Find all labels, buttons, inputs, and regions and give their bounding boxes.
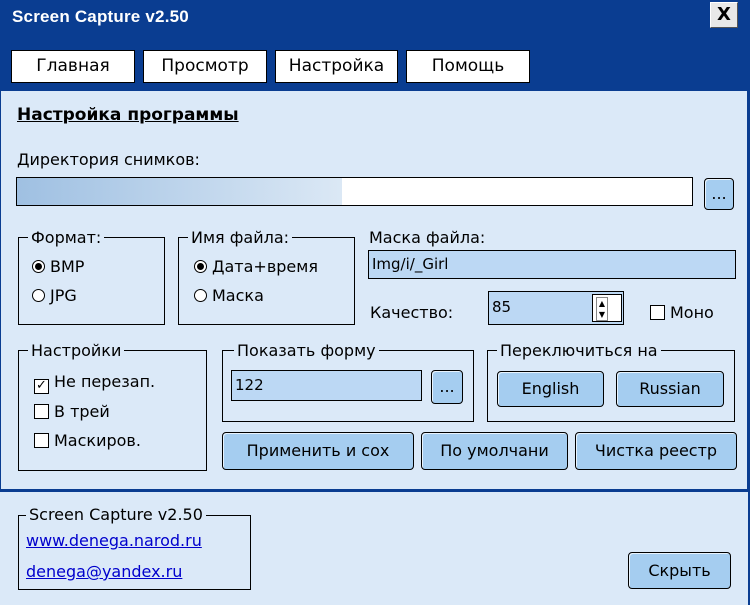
filename-legend: Имя файла: — [188, 228, 293, 247]
format-bmp-radio[interactable]: BMP — [32, 257, 84, 276]
tab-help[interactable]: Помощь — [406, 50, 530, 83]
checkmark-icon: ✓ — [34, 379, 49, 394]
hide-button[interactable]: Скрыть — [628, 552, 731, 589]
filename-datetime-radio[interactable]: Дата+время — [194, 257, 346, 276]
option-tray[interactable]: В трей — [34, 402, 110, 421]
website-link[interactable]: www.denega.narod.ru — [26, 531, 202, 550]
clean-registry-button[interactable]: Чистка реестр — [575, 432, 737, 470]
option-no-overwrite[interactable]: ✓ Не перезап. — [34, 372, 155, 394]
showform-input[interactable]: 122 — [231, 370, 422, 401]
russian-button[interactable]: Russian — [616, 371, 724, 407]
quality-label: Качество: — [370, 303, 454, 322]
filename-mask-radio[interactable]: Маска — [194, 286, 264, 305]
radio-icon — [32, 260, 45, 273]
tab-settings[interactable]: Настройка — [275, 50, 398, 83]
format-group — [18, 237, 165, 325]
format-jpg-radio[interactable]: JPG — [32, 286, 77, 305]
dir-label: Директория снимков: — [17, 150, 200, 169]
tab-view[interactable]: Просмотр — [143, 50, 267, 83]
language-legend: Переключиться на — [497, 341, 661, 360]
radio-icon — [194, 289, 207, 302]
dir-progress-fill — [17, 178, 342, 205]
about-legend: Screen Capture v2.50 — [26, 505, 206, 524]
mask-input[interactable]: Img/i/_Girl — [368, 250, 736, 279]
filename-group — [178, 237, 355, 325]
option-mask[interactable]: Маскиров. — [34, 431, 141, 450]
settings-heading: Настройка программы — [17, 105, 239, 125]
mask-label: Маска файла: — [369, 228, 486, 247]
english-button[interactable]: English — [497, 371, 604, 407]
checkbox-icon — [34, 404, 49, 419]
format-legend: Формат: — [28, 228, 105, 247]
defaults-button[interactable]: По умолчани — [421, 432, 568, 470]
dir-field[interactable] — [16, 177, 693, 206]
checkbox-icon — [650, 305, 665, 320]
options-legend: Настройки — [28, 341, 125, 360]
dir-browse-button[interactable]: ... — [704, 178, 734, 210]
showform-browse-button[interactable]: ... — [431, 370, 463, 404]
spin-arrows-icon: ▲ ▼ — [596, 297, 608, 321]
mono-checkbox[interactable]: Моно — [650, 303, 714, 322]
close-button[interactable]: X — [710, 2, 738, 28]
checkbox-icon — [34, 433, 49, 448]
showform-legend: Показать форму — [234, 341, 379, 360]
apply-save-button[interactable]: Применить и сох — [222, 432, 414, 470]
window-title: Screen Capture v2.50 — [12, 7, 189, 26]
radio-icon — [32, 289, 45, 302]
quality-spinner[interactable]: ▲ ▼ — [592, 294, 622, 322]
radio-icon — [194, 260, 207, 273]
email-link[interactable]: denega@yandex.ru — [26, 562, 182, 581]
tab-main[interactable]: Главная — [11, 50, 135, 83]
